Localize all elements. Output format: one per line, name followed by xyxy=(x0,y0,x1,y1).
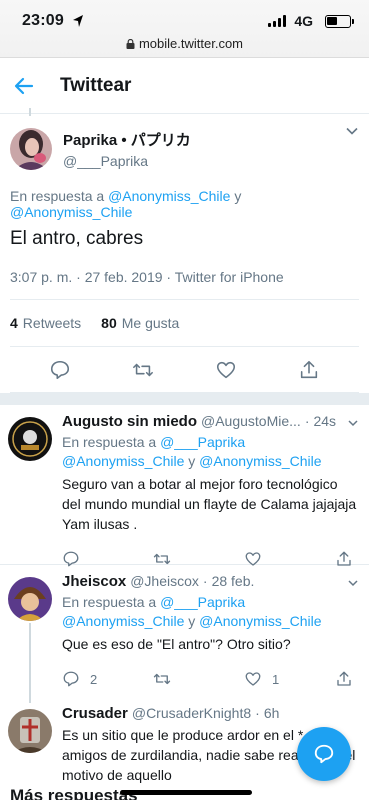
tweet-text: El antro, cabres xyxy=(10,228,144,249)
avatar[interactable] xyxy=(8,709,52,753)
reply-time: 28 feb. xyxy=(211,573,255,589)
heart-icon[interactable] xyxy=(215,359,237,381)
back-arrow-icon[interactable] xyxy=(12,74,36,98)
retweet-icon xyxy=(153,673,171,685)
tweet-actions xyxy=(10,347,359,393)
section-divider xyxy=(0,393,369,405)
mention-link[interactable]: @Anonymiss_Chile xyxy=(62,613,184,629)
chevron-down-icon[interactable] xyxy=(347,577,359,589)
like-count: 1 xyxy=(272,671,280,687)
compose-reply-button[interactable] xyxy=(297,727,351,781)
reply-time: 24s xyxy=(313,413,337,429)
reply-icon xyxy=(63,671,79,687)
mention-link[interactable]: @Anonymiss_Chile xyxy=(108,188,230,204)
chevron-down-icon[interactable] xyxy=(347,417,359,429)
reply-tweet[interactable]: Augusto sin miedo @AugustoMie... · 24s E… xyxy=(0,405,369,567)
share-button[interactable] xyxy=(335,670,353,688)
address-bar[interactable]: mobile.twitter.com xyxy=(0,36,369,51)
mention-link[interactable]: @Anonymiss_Chile xyxy=(62,453,184,469)
reply-author-name: Crusader xyxy=(62,705,128,722)
reply-tweet[interactable]: Jheiscox @Jheiscox · 28 feb. En respuest… xyxy=(0,565,369,703)
retweets-stat[interactable]: 4 Retweets xyxy=(10,315,81,331)
reply-context: En respuesta a @___Paprika @Anonymiss_Ch… xyxy=(62,594,322,629)
tweet-stats: 4 Retweets 80 Me gusta xyxy=(10,300,359,347)
thread-connector xyxy=(29,623,31,703)
chevron-down-icon[interactable] xyxy=(345,124,359,138)
reply-button[interactable]: 2 xyxy=(62,670,126,688)
share-icon[interactable] xyxy=(298,359,320,381)
reply-author-handle: @Jheiscox xyxy=(130,573,199,589)
compose-bubble-icon xyxy=(314,744,334,764)
share-icon xyxy=(337,671,351,686)
thread-connector xyxy=(29,108,31,116)
reply-author-name: Augusto sin miedo xyxy=(62,413,197,430)
reply-author-name: Jheiscox xyxy=(62,573,127,590)
url-text: mobile.twitter.com xyxy=(138,36,244,51)
mention-link[interactable]: @___Paprika xyxy=(160,434,245,450)
avatar[interactable] xyxy=(8,577,52,621)
retweet-button[interactable] xyxy=(153,670,217,688)
reply-author-handle: @CrusaderKnight8 xyxy=(131,705,252,721)
mention-link[interactable]: @___Paprika xyxy=(160,594,245,610)
reply-time: 6h xyxy=(263,705,280,721)
network-type: 4G xyxy=(294,13,313,29)
page-header: Twittear xyxy=(0,58,369,114)
like-button[interactable]: 1 xyxy=(244,670,308,688)
reply-count: 2 xyxy=(90,671,98,687)
home-indicator[interactable] xyxy=(120,790,252,795)
tweet-author[interactable]: Paprika • パプリカ @___Paprika xyxy=(10,114,359,176)
author-handle: @___Paprika xyxy=(63,153,149,169)
reply-text: Seguro van a botar al mejor foro tecnoló… xyxy=(62,476,357,532)
reply-author-handle: @AugustoMie... xyxy=(201,413,301,429)
main-tweet: Paprika • パプリカ @___Paprika En respuesta … xyxy=(0,108,369,393)
likes-stat[interactable]: 80 Me gusta xyxy=(101,315,179,331)
tweet-timestamp[interactable]: 3:07 p. m. · 27 feb. 2019 · Twitter for … xyxy=(10,269,359,300)
ios-status-bar: 23:09 4G mobile.twitter.com xyxy=(0,0,369,58)
reply-context: En respuesta a @Anonymiss_Chile y @Anony… xyxy=(10,188,242,220)
location-arrow-icon xyxy=(73,15,83,27)
page-title: Twittear xyxy=(60,74,132,96)
reply-actions: 2 1 xyxy=(62,662,359,696)
reply-text: Que es eso de "El antro"? Otro sitio? xyxy=(62,636,291,652)
avatar[interactable] xyxy=(8,417,52,461)
more-replies-heading: Más respuestas xyxy=(10,786,138,800)
battery-icon xyxy=(325,15,354,28)
clock: 23:09 xyxy=(22,12,64,29)
avatar[interactable] xyxy=(10,128,52,170)
signal-bars-icon xyxy=(268,15,286,27)
mention-link[interactable]: @Anonymiss_Chile xyxy=(199,453,321,469)
mention-link[interactable]: @Anonymiss_Chile xyxy=(199,613,321,629)
reply-context: En respuesta a @___Paprika @Anonymiss_Ch… xyxy=(62,434,322,469)
mention-link[interactable]: @Anonymiss_Chile xyxy=(10,204,132,220)
lock-icon xyxy=(126,39,135,49)
retweet-icon[interactable] xyxy=(132,359,154,381)
reply-icon[interactable] xyxy=(49,359,71,381)
heart-icon xyxy=(245,672,261,686)
author-name: Paprika • パプリカ xyxy=(63,132,191,149)
